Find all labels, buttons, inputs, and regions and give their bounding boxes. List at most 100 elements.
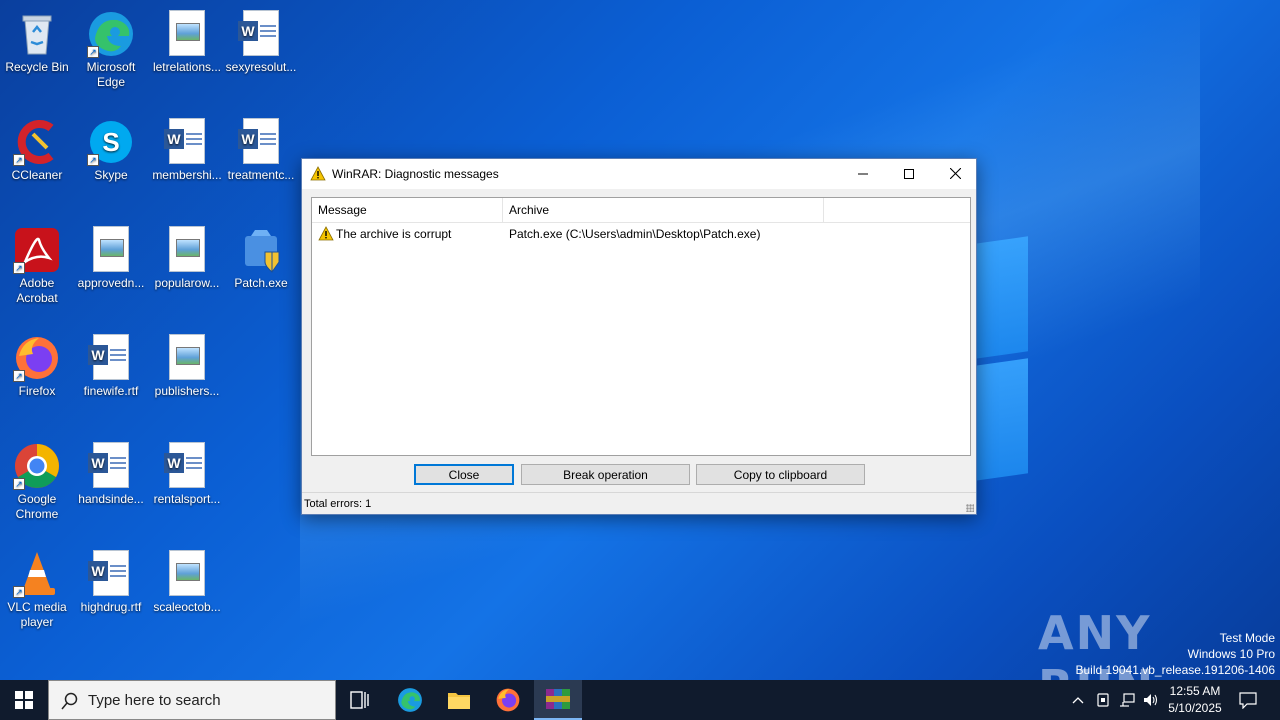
desktop-icon-rentalsport[interactable]: W rentalsport... (150, 438, 224, 507)
word-doc-icon: W (163, 118, 211, 166)
message-cell: The archive is corrupt (312, 225, 503, 243)
desktop-icon-publishers[interactable]: publishers... (150, 330, 224, 399)
acrobat-icon: ↗ (13, 226, 61, 274)
folder-icon (448, 693, 470, 709)
list-item[interactable]: The archive is corrupt Patch.exe (C:\Use… (312, 225, 970, 243)
watermark-line-2: Windows 10 Pro (1187, 647, 1275, 661)
desktop-icon-label: Patch.exe (234, 276, 288, 290)
message-text: The archive is corrupt (336, 227, 452, 241)
minimize-button[interactable] (840, 159, 886, 189)
show-hidden-icons-button[interactable] (1068, 680, 1088, 720)
word-doc-icon: W (87, 334, 135, 382)
notification-icon (1239, 692, 1257, 709)
copy-to-clipboard-button[interactable]: Copy to clipboard (696, 464, 865, 485)
desktop-icon-label: Skype (94, 168, 128, 182)
desktop-icon-recycle-bin[interactable]: Recycle Bin (0, 6, 74, 75)
desktop-icon-label: handsinde... (78, 492, 144, 506)
desktop-icon-firefox[interactable]: ↗ Firefox (0, 330, 74, 399)
search-icon (61, 692, 78, 710)
desktop-icon-scaleoctob[interactable]: scaleoctob... (150, 546, 224, 615)
total-errors-text: Total errors: 1 (304, 498, 372, 510)
desktop-icon-adobe-acrobat[interactable]: ↗ Adobe Acrobat (0, 222, 74, 306)
desktop-icon-ccleaner[interactable]: ↗ CCleaner (0, 114, 74, 183)
column-header-message[interactable]: Message (312, 198, 503, 223)
task-view-button[interactable] (336, 680, 384, 720)
desktop-icon-skype[interactable]: S ↗ Skype (74, 114, 148, 183)
warning-icon (310, 166, 326, 185)
tray-app-button[interactable] (1092, 680, 1114, 720)
desktop-icon-google-chrome[interactable]: ↗ Google Chrome (0, 438, 74, 522)
column-header-empty[interactable] (824, 198, 970, 223)
desktop-icon-edge[interactable]: ↗ Microsoft Edge (74, 6, 148, 90)
desktop-icon-label: finewife.rtf (83, 384, 139, 398)
dialog-title: WinRAR: Diagnostic messages (332, 167, 499, 181)
firefox-icon (496, 688, 520, 712)
column-header-archive[interactable]: Archive (503, 198, 824, 223)
taskbar-winrar[interactable] (534, 680, 582, 720)
desktop-icon-label: scaleoctob... (153, 600, 221, 614)
desktop-icon-membershi[interactable]: W membershi... (150, 114, 224, 183)
diagnostic-message-list[interactable]: Message Archive The archive is corrupt P… (311, 197, 971, 456)
status-bar: Total errors: 1 (302, 492, 976, 514)
system-clock[interactable]: 12:55 AM 5/10/2025 (1160, 683, 1230, 717)
watermark-line-1: Test Mode (1219, 631, 1275, 645)
desktop-icon-label: Recycle Bin (5, 60, 69, 74)
desktop-icon-handsinde[interactable]: W handsinde... (74, 438, 148, 507)
desktop-icon-patch-exe[interactable]: Patch.exe (224, 222, 298, 291)
close-button[interactable]: Close (414, 464, 514, 485)
desktop-icon-popularow[interactable]: popularow... (150, 222, 224, 291)
desktop-icon-letrelations[interactable]: letrelations... (150, 6, 224, 75)
device-icon (1097, 693, 1109, 707)
taskbar-edge[interactable] (386, 680, 434, 720)
desktop-icon-label: CCleaner (11, 168, 63, 182)
image-file-icon (163, 334, 211, 382)
break-operation-button[interactable]: Break operation (521, 464, 690, 485)
svg-text:S: S (102, 127, 119, 157)
image-file-icon (163, 226, 211, 274)
action-center-button[interactable] (1232, 680, 1264, 720)
desktop-icon-label: highdrug.rtf (80, 600, 142, 614)
test-mode-watermark: Test Mode Windows 10 Pro Build 19041.vb_… (1076, 630, 1276, 678)
volume-button[interactable] (1140, 680, 1162, 720)
vlc-icon: ↗ (13, 550, 61, 598)
resize-grip-icon[interactable] (966, 504, 974, 512)
desktop-icon-label: approvedn... (77, 276, 145, 290)
desktop-icon-label: VLC media player (7, 600, 67, 629)
list-header: Message Archive (312, 198, 970, 223)
desktop-icon-label: membershi... (152, 168, 222, 182)
desktop-icon-finewife[interactable]: W finewife.rtf (74, 330, 148, 399)
network-icon (1120, 693, 1135, 707)
word-doc-icon: W (87, 442, 135, 490)
edge-icon (398, 688, 422, 712)
image-file-icon (163, 10, 211, 58)
firefox-icon: ↗ (13, 334, 61, 382)
maximize-icon (904, 169, 914, 179)
edge-icon: ↗ (87, 10, 135, 58)
winrar-icon (546, 689, 570, 709)
desktop-icon-sexyresolut[interactable]: W sexyresolut... (224, 6, 298, 75)
warning-icon (318, 226, 334, 241)
desktop-icon-approvedn[interactable]: approvedn... (74, 222, 148, 291)
desktop-icon-treatmentc[interactable]: W treatmentc... (224, 114, 298, 183)
taskbar-file-explorer[interactable] (435, 680, 483, 720)
taskbar-firefox[interactable] (484, 680, 532, 720)
desktop-icon-label: publishers... (154, 384, 220, 398)
search-placeholder: Type here to search (88, 692, 221, 709)
start-button[interactable] (0, 680, 48, 720)
dialog-titlebar[interactable]: WinRAR: Diagnostic messages (302, 159, 976, 189)
close-window-button[interactable] (932, 159, 978, 189)
desktop-icon-highdrug[interactable]: W highdrug.rtf (74, 546, 148, 615)
desktop-icon-label: rentalsport... (153, 492, 221, 506)
maximize-button[interactable] (886, 159, 932, 189)
taskbar-search-box[interactable]: Type here to search (48, 680, 336, 720)
word-doc-icon: W (237, 10, 285, 58)
chevron-up-icon (1072, 697, 1084, 704)
desktop-icon-label: Adobe Acrobat (16, 276, 58, 305)
clock-time: 12:55 AM (1169, 684, 1221, 698)
setup-exe-icon (237, 226, 285, 274)
skype-icon: S ↗ (87, 118, 135, 166)
word-doc-icon: W (237, 118, 285, 166)
desktop-icon-vlc[interactable]: ↗ VLC media player (0, 546, 74, 630)
network-button[interactable] (1116, 680, 1138, 720)
windows-start-icon (15, 691, 33, 709)
